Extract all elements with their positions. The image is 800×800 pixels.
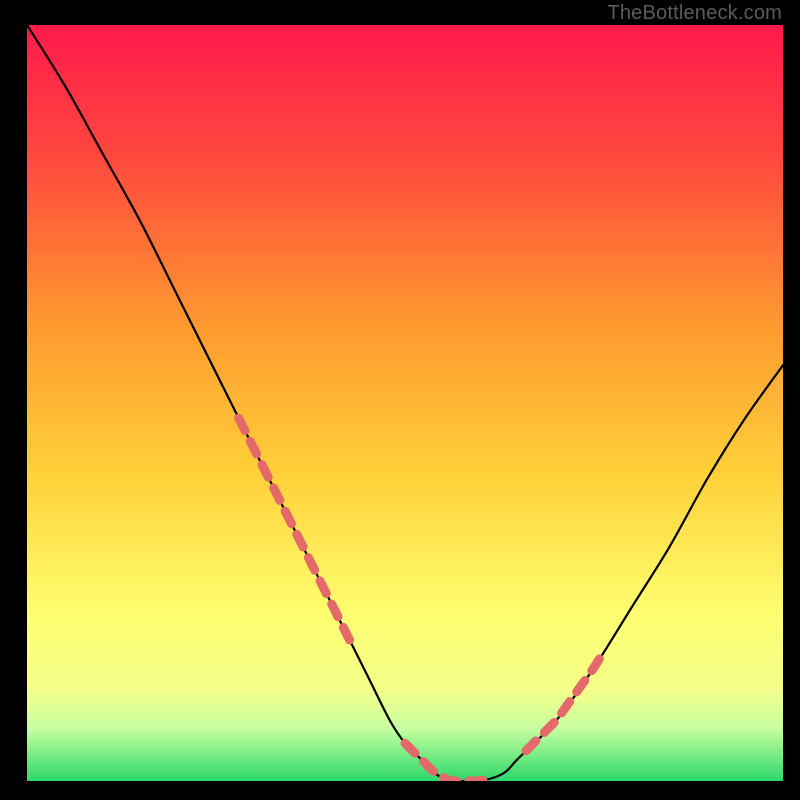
chart-frame: TheBottleneck.com	[0, 0, 800, 800]
gradient-background	[27, 25, 783, 781]
bottleneck-chart	[27, 25, 783, 781]
watermark-text: TheBottleneck.com	[607, 2, 782, 25]
